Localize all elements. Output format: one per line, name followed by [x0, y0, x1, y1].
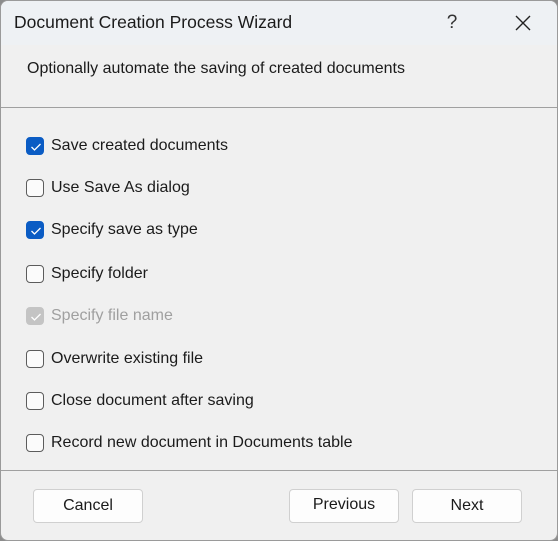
checkbox-label: Specify file name [51, 307, 173, 324]
checkbox-box[interactable] [26, 350, 44, 368]
page-subtitle: Optionally automate the saving of create… [27, 60, 405, 77]
checkbox-use-save-as-dialog[interactable]: Use Save As dialog [26, 177, 190, 199]
checkmark-icon [31, 143, 41, 151]
checkbox-box[interactable] [26, 137, 44, 155]
checkbox-label: Specify save as type [51, 221, 198, 238]
checkmark-icon [31, 227, 41, 235]
checkmark-icon [31, 313, 41, 321]
checkbox-label: Record new document in Documents table [51, 434, 353, 451]
checkbox-label: Close document after saving [51, 392, 254, 409]
title-bar: Document Creation Process Wizard ? [1, 1, 557, 45]
checkbox-label: Save created documents [51, 137, 228, 154]
checkbox-specify-file-name: Specify file name [26, 305, 173, 327]
wizard-dialog: Document Creation Process Wizard ? Optio… [0, 0, 558, 541]
help-button[interactable]: ? [437, 7, 467, 39]
checkbox-box[interactable] [26, 265, 44, 283]
checkbox-specify-save-as-type[interactable]: Specify save as type [26, 219, 198, 241]
checkbox-label: Overwrite existing file [51, 350, 204, 367]
window-title: Document Creation Process Wizard [14, 12, 293, 32]
checkbox-close-document-after-saving[interactable]: Close document after saving [26, 390, 254, 412]
close-icon [515, 15, 531, 31]
checkbox-box[interactable] [26, 434, 44, 452]
checkbox-box[interactable] [26, 179, 44, 197]
checkbox-specify-folder[interactable]: Specify folder [26, 263, 148, 285]
header-divider [1, 107, 557, 108]
checkbox-box[interactable] [26, 392, 44, 410]
checkbox-overwrite-existing-file[interactable]: Overwrite existing file [26, 348, 203, 370]
checkbox-record-new-document[interactable]: Record new document in Documents table [26, 432, 353, 454]
checkbox-label: Specify folder [51, 265, 148, 282]
header-band: Optionally automate the saving of create… [1, 45, 557, 108]
cancel-button[interactable]: Cancel [33, 489, 143, 523]
checkbox-save-created-documents[interactable]: Save created documents [26, 135, 228, 157]
checkbox-box [26, 307, 44, 325]
checkbox-label: Use Save As dialog [51, 179, 190, 196]
footer-divider [1, 470, 557, 471]
checkbox-box[interactable] [26, 221, 44, 239]
close-button[interactable] [501, 5, 545, 41]
previous-button[interactable]: Previous [289, 489, 399, 523]
next-button[interactable]: Next [412, 489, 522, 523]
